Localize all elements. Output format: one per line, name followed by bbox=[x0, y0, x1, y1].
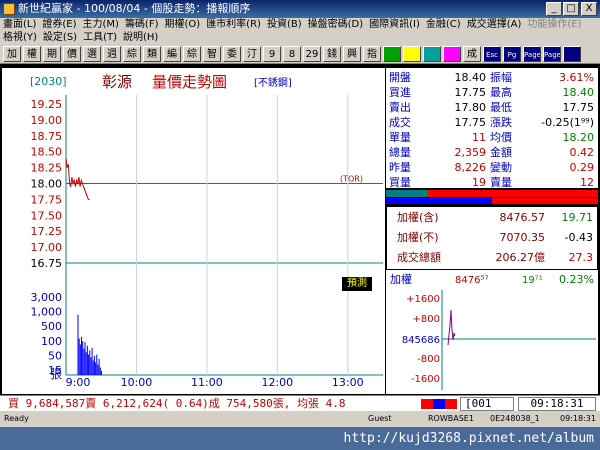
code-input[interactable]: [001 bbox=[460, 397, 514, 411]
mini-tick-label: +1600 bbox=[406, 294, 440, 305]
mini-tick-label: -1600 bbox=[411, 374, 440, 385]
status-bar: Ready Guest ROWBASE1 0E248038_1 09:18:31 bbox=[0, 411, 600, 427]
mini-tick-label: +800 bbox=[413, 314, 440, 325]
status-session: 0E248038_1 bbox=[490, 414, 540, 423]
ticker-bar: 買 9,684,587賣 6,212,624( 0.64)成 754,580張,… bbox=[0, 395, 600, 411]
mini-value: 8476⁵⁷ bbox=[455, 275, 488, 286]
status-ready: Ready bbox=[4, 414, 29, 423]
order-summary: 買 9,684,587賣 6,212,624( 0.64)成 754,580張,… bbox=[8, 397, 346, 410]
status-time: 09:18:31 bbox=[560, 414, 596, 423]
mini-index-chart: 加權 8476⁵⁷ 19⁷¹ 0.23% +1600 +800 845686 -800 -160… bbox=[390, 273, 596, 390]
buy-sell-indicator bbox=[421, 399, 457, 409]
status-user: Guest bbox=[368, 414, 392, 423]
watermark-url: http://kujd3268.pixnet.net/album bbox=[343, 431, 594, 446]
mini-index-line bbox=[447, 309, 456, 346]
mini-tick-label: -800 bbox=[417, 354, 440, 365]
clock: 09:18:31 bbox=[518, 397, 596, 411]
mini-label: 加權 bbox=[390, 273, 412, 286]
footer-bar: http://kujd3268.pixnet.net/album bbox=[0, 427, 600, 450]
mini-tick-label: 845686 bbox=[402, 335, 440, 346]
mini-change: 19⁷¹ bbox=[522, 275, 543, 286]
status-server: ROWBASE1 bbox=[428, 414, 474, 423]
mini-pct: 0.23% bbox=[559, 273, 594, 286]
